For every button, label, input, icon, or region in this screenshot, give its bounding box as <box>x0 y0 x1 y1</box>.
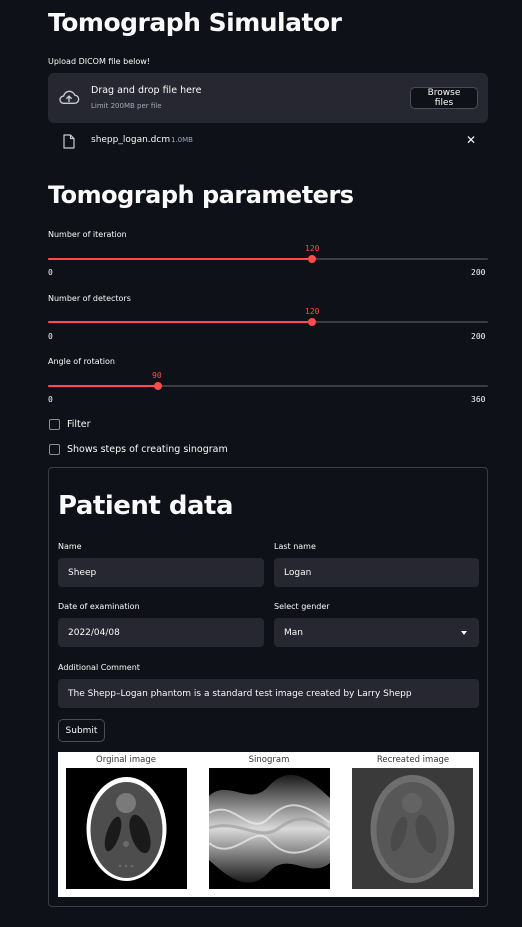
file-icon <box>63 134 75 149</box>
slider-angle-max: 360 <box>471 395 486 404</box>
slider-angle-thumb[interactable] <box>154 382 162 390</box>
recreated-image <box>352 768 473 889</box>
browse-files-button[interactable]: Browse files <box>410 87 478 109</box>
slider-angle-label: Angle of rotation <box>48 357 115 366</box>
chevron-down-icon <box>461 631 467 635</box>
slider-detectors-label: Number of detectors <box>48 294 131 303</box>
last-name-label: Last name <box>274 542 316 551</box>
upload-label: Upload DICOM file below! <box>48 57 151 66</box>
comment-label: Additional Comment <box>58 663 140 672</box>
show-steps-checkbox-label[interactable]: Shows steps of creating sinogram <box>67 444 228 455</box>
sinogram-image <box>209 768 330 889</box>
last-name-input[interactable]: Logan <box>274 558 479 587</box>
date-input[interactable]: 2022/04/08 <box>58 618 264 647</box>
cloud-upload-icon <box>59 90 80 104</box>
parameters-heading: Tomograph parameters <box>48 181 354 209</box>
dropzone-limit: Limit 200MB per file <box>91 102 162 110</box>
uploaded-file-size: 1.0MB <box>171 136 193 144</box>
gender-select-value: Man <box>284 627 303 638</box>
gender-label: Select gender <box>274 602 330 611</box>
sinogram-title: Sinogram <box>248 755 290 765</box>
slider-detectors-value: 120 <box>305 307 320 316</box>
original-phantom-image <box>66 768 187 889</box>
slider-iterations-value: 120 <box>305 244 320 253</box>
recreated-image-title: Recreated image <box>376 755 450 765</box>
comment-input[interactable]: The Shepp–Logan phantom is a standard te… <box>58 679 479 708</box>
slider-detectors-thumb[interactable] <box>308 318 316 326</box>
slider-angle-fill <box>48 385 158 387</box>
date-label: Date of examination <box>58 602 140 611</box>
slider-angle-value: 90 <box>152 371 162 380</box>
result-figure: Orginal image Sinogram Recreated image <box>58 752 479 897</box>
name-input[interactable]: Sheep <box>58 558 264 587</box>
gender-select[interactable]: Man <box>274 618 479 647</box>
slider-detectors-fill <box>48 321 312 323</box>
slider-detectors-min: 0 <box>48 332 53 341</box>
slider-iterations-fill <box>48 258 312 260</box>
filter-checkbox-label[interactable]: Filter <box>67 419 91 430</box>
app-title: Tomograph Simulator <box>48 8 342 37</box>
slider-iterations-thumb[interactable] <box>308 255 316 263</box>
original-image-title: Orginal image <box>96 755 156 765</box>
uploaded-file-name: shepp_logan.dcm <box>91 135 171 145</box>
slider-iterations-max: 200 <box>471 268 486 277</box>
filter-checkbox[interactable] <box>49 419 60 430</box>
remove-file-button[interactable]: ✕ <box>466 133 476 147</box>
name-label: Name <box>58 542 82 551</box>
dropzone-instructions: Drag and drop file here <box>91 85 202 96</box>
slider-angle-min: 0 <box>48 395 53 404</box>
slider-detectors-max: 200 <box>471 332 486 341</box>
submit-button[interactable]: Submit <box>58 719 105 742</box>
patient-data-heading: Patient data <box>58 491 234 521</box>
slider-iterations-min: 0 <box>48 268 53 277</box>
slider-iterations-label: Number of iteration <box>48 230 127 239</box>
show-steps-checkbox[interactable] <box>49 444 60 455</box>
